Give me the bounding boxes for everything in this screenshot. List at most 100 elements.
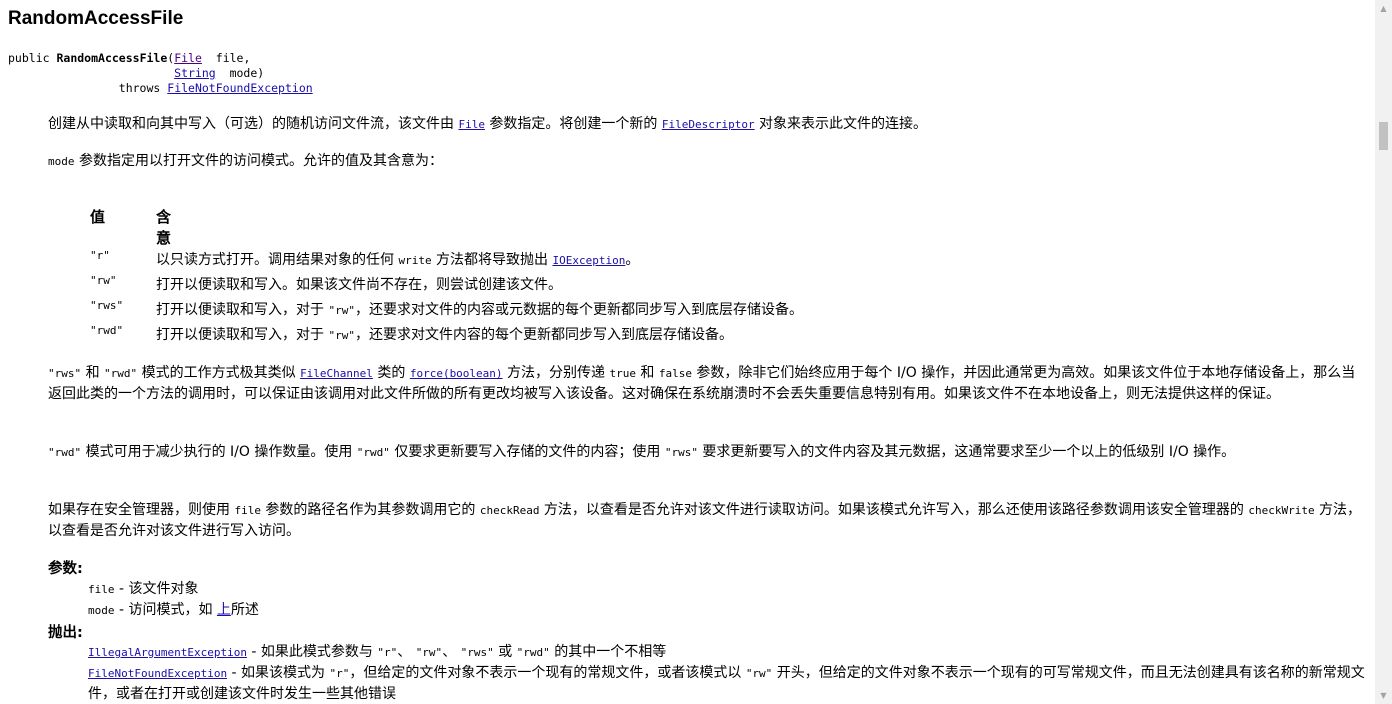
link-above[interactable]: 上 [217, 602, 231, 618]
throws-illegalargument: IllegalArgumentException - 如果此模式参数与 "r"、… [88, 642, 1366, 663]
description-paragraph-4: "rwd" 模式可用于减少执行的 I/O 操作数量。使用 "rwd" 仅要求更新… [48, 442, 1366, 463]
throws-text: 或 [493, 644, 517, 660]
code-rws: "rws" [460, 646, 494, 659]
meaning-text: 打开以便读取和写入，对于 [156, 327, 329, 343]
code-mode: mode [88, 604, 115, 617]
throws-label: 抛出: [48, 625, 83, 641]
link-file-type[interactable]: File [174, 51, 202, 65]
scrollbar-thumb[interactable] [1379, 122, 1388, 150]
page-title: RandomAccessFile [8, 8, 184, 29]
mode-value: "r" [90, 249, 110, 262]
link-file[interactable]: File [458, 118, 485, 131]
code-checkread: checkRead [479, 504, 540, 517]
sig-throws-keyword: throws [118, 81, 161, 95]
vertical-scrollbar[interactable]: ▲ ▼ [1375, 0, 1392, 704]
param-description: 所述 [230, 602, 259, 618]
p3-text: 类的 [372, 365, 410, 381]
mode-value: "rw" [90, 274, 117, 287]
params-label: 参数: [48, 561, 83, 577]
p3-text: 方法，分别传递 [502, 365, 610, 381]
sig-modifier: public [8, 51, 50, 65]
p4-text: 仅要求更新要写入存储的文件的内容；使用 [389, 444, 665, 460]
sig-param1: file, [215, 51, 251, 65]
p3-text: 和 [81, 365, 105, 381]
code-file: file [88, 583, 115, 596]
mode-value: "rws" [90, 299, 124, 312]
code-rw: "rw" [328, 329, 355, 342]
link-filedescriptor[interactable]: FileDescriptor [662, 118, 755, 131]
mode-meaning: 打开以便读取和写入。如果该文件尚不存在，则尝试创建该文件。 [156, 277, 562, 293]
description-paragraph-3: "rws" 和 "rwd" 模式的工作方式极其类似 FileChannel 类的… [48, 363, 1366, 405]
code-rwd: "rwd" [356, 446, 390, 459]
throws-text: 的其中一个不相等 [549, 644, 667, 660]
throws-text: - 如果此模式参数与 [246, 644, 378, 660]
constructor-signature: public RandomAccessFile(File file, Strin… [8, 51, 313, 95]
meaning-text: 打开以便读取和写入，对于 [156, 302, 329, 318]
mode-meaning: 打开以便读取和写入，对于 "rw"，还要求对文件内容的每个更新都同步写入到底层存… [156, 324, 733, 344]
param-mode: mode - 访问模式，如 上所述 [88, 600, 1366, 621]
p3-text: 和 [635, 365, 659, 381]
p5-text: 如果存在安全管理器，则使用 [48, 502, 235, 518]
throws-text: - 如果该模式为 [227, 665, 330, 681]
p1-text-c: 对象来表示此文件的连接。 [754, 116, 928, 132]
code-rwd: "rwd" [104, 367, 138, 380]
sig-name: RandomAccessFile [56, 51, 168, 65]
link-filenotfoundexception[interactable]: FileNotFoundException [167, 81, 312, 95]
code-rw: "rw" [415, 646, 443, 659]
code-r: "r" [329, 667, 350, 680]
table-header-meaning: 含意 [156, 208, 172, 247]
doc-page: RandomAccessFile public RandomAccessFile… [0, 0, 1375, 704]
p5-text: 参数的路径名作为其参数调用它的 [260, 502, 480, 518]
p4-text: 要求更新要写入的文件内容及其元数据，这通常要求至少一个以上的低级别 I/O 操作… [697, 444, 1236, 460]
mode-value: "rwd" [90, 324, 124, 337]
code-rw: "rw" [745, 667, 773, 680]
table-row: "rw" 打开以便读取和写入。如果该文件尚不存在，则尝试创建该文件。 [90, 274, 1290, 298]
code-checkwrite: checkWrite [1248, 504, 1315, 517]
code-r: "r" [377, 646, 398, 659]
p3-text: 模式的工作方式极其类似 [137, 365, 301, 381]
throws-filenotfound: FileNotFoundException - 如果该模式为 "r"，但给定的文… [88, 663, 1366, 704]
table-row: "r" 以只读方式打开。调用结果对象的任何 write 方法都将导致抛出 IOE… [90, 249, 1290, 273]
throws-text: 、 [442, 644, 461, 660]
link-string-type[interactable]: String [174, 66, 216, 80]
meaning-text: 。 [625, 252, 640, 268]
p2-text: 参数指定用以打开文件的访问模式。允许的值及其含意为： [74, 153, 443, 169]
param-description: - 该文件对象 [114, 581, 199, 597]
p1-text-a: 创建从中读取和向其中写入（可选）的随机访问文件流，该文件由 [48, 116, 459, 132]
meaning-text: 以只读方式打开。调用结果对象的任何 [156, 252, 399, 268]
code-rws: "rws" [664, 446, 698, 459]
mode-meaning: 以只读方式打开。调用结果对象的任何 write 方法都将导致抛出 IOExcep… [156, 249, 639, 269]
code-rw: "rw" [328, 304, 355, 317]
code-mode: mode [48, 155, 75, 168]
param-file: file - 该文件对象 [88, 579, 1366, 600]
table-row: "rwd" 打开以便读取和写入，对于 "rw"，还要求对文件内容的每个更新都同步… [90, 324, 1290, 348]
description-paragraph-5: 如果存在安全管理器，则使用 file 参数的路径名作为其参数调用它的 check… [48, 500, 1366, 542]
link-ioexception[interactable]: IOException [552, 254, 625, 267]
code-rwd: "rwd" [48, 446, 82, 459]
table-row: "rws" 打开以便读取和写入，对于 "rw"，还要求对文件的内容或元数据的每个… [90, 299, 1290, 323]
link-filechannel[interactable]: FileChannel [300, 367, 373, 380]
link-illegalargumentexception[interactable]: IllegalArgumentException [88, 646, 247, 659]
link-filenotfoundexception[interactable]: FileNotFoundException [88, 667, 227, 680]
param-description: - 访问模式，如 [114, 602, 217, 618]
throws-text: ，但给定的文件对象不表示一个现有的常规文件，或者该模式以 [349, 665, 746, 681]
scroll-down-arrow-icon[interactable]: ▼ [1375, 687, 1392, 704]
code-true: true [609, 367, 636, 380]
sig-param2: mode) [229, 66, 265, 80]
throws-text: 、 [397, 644, 416, 660]
code-rwd: "rwd" [516, 646, 550, 659]
meaning-text: ，还要求对文件内容的每个更新都同步写入到底层存储设备。 [354, 327, 733, 343]
mode-meaning: 打开以便读取和写入，对于 "rw"，还要求对文件的内容或元数据的每个更新都同步写… [156, 299, 803, 319]
description-paragraph-2: mode 参数指定用以打开文件的访问模式。允许的值及其含意为： [48, 151, 1366, 172]
meaning-text: ，还要求对文件的内容或元数据的每个更新都同步写入到底层存储设备。 [354, 302, 803, 318]
code-file: file [234, 504, 261, 517]
description-paragraph-1: 创建从中读取和向其中写入（可选）的随机访问文件流，该文件由 File 参数指定。… [48, 114, 1366, 135]
link-force-boolean[interactable]: force(boolean) [410, 367, 503, 380]
p4-text: 模式可用于减少执行的 I/O 操作数量。使用 [81, 444, 357, 460]
p5-text: 方法，以查看是否允许对该文件进行读取访问。如果该模式允许写入，那么还使用该路径参… [539, 502, 1249, 518]
p1-text-b: 参数指定。将创建一个新的 [484, 116, 662, 132]
table-header-value: 值 [90, 208, 106, 226]
code-rws: "rws" [48, 367, 82, 380]
meaning-text: 方法都将导致抛出 [431, 252, 553, 268]
scroll-up-arrow-icon[interactable]: ▲ [1375, 0, 1392, 17]
